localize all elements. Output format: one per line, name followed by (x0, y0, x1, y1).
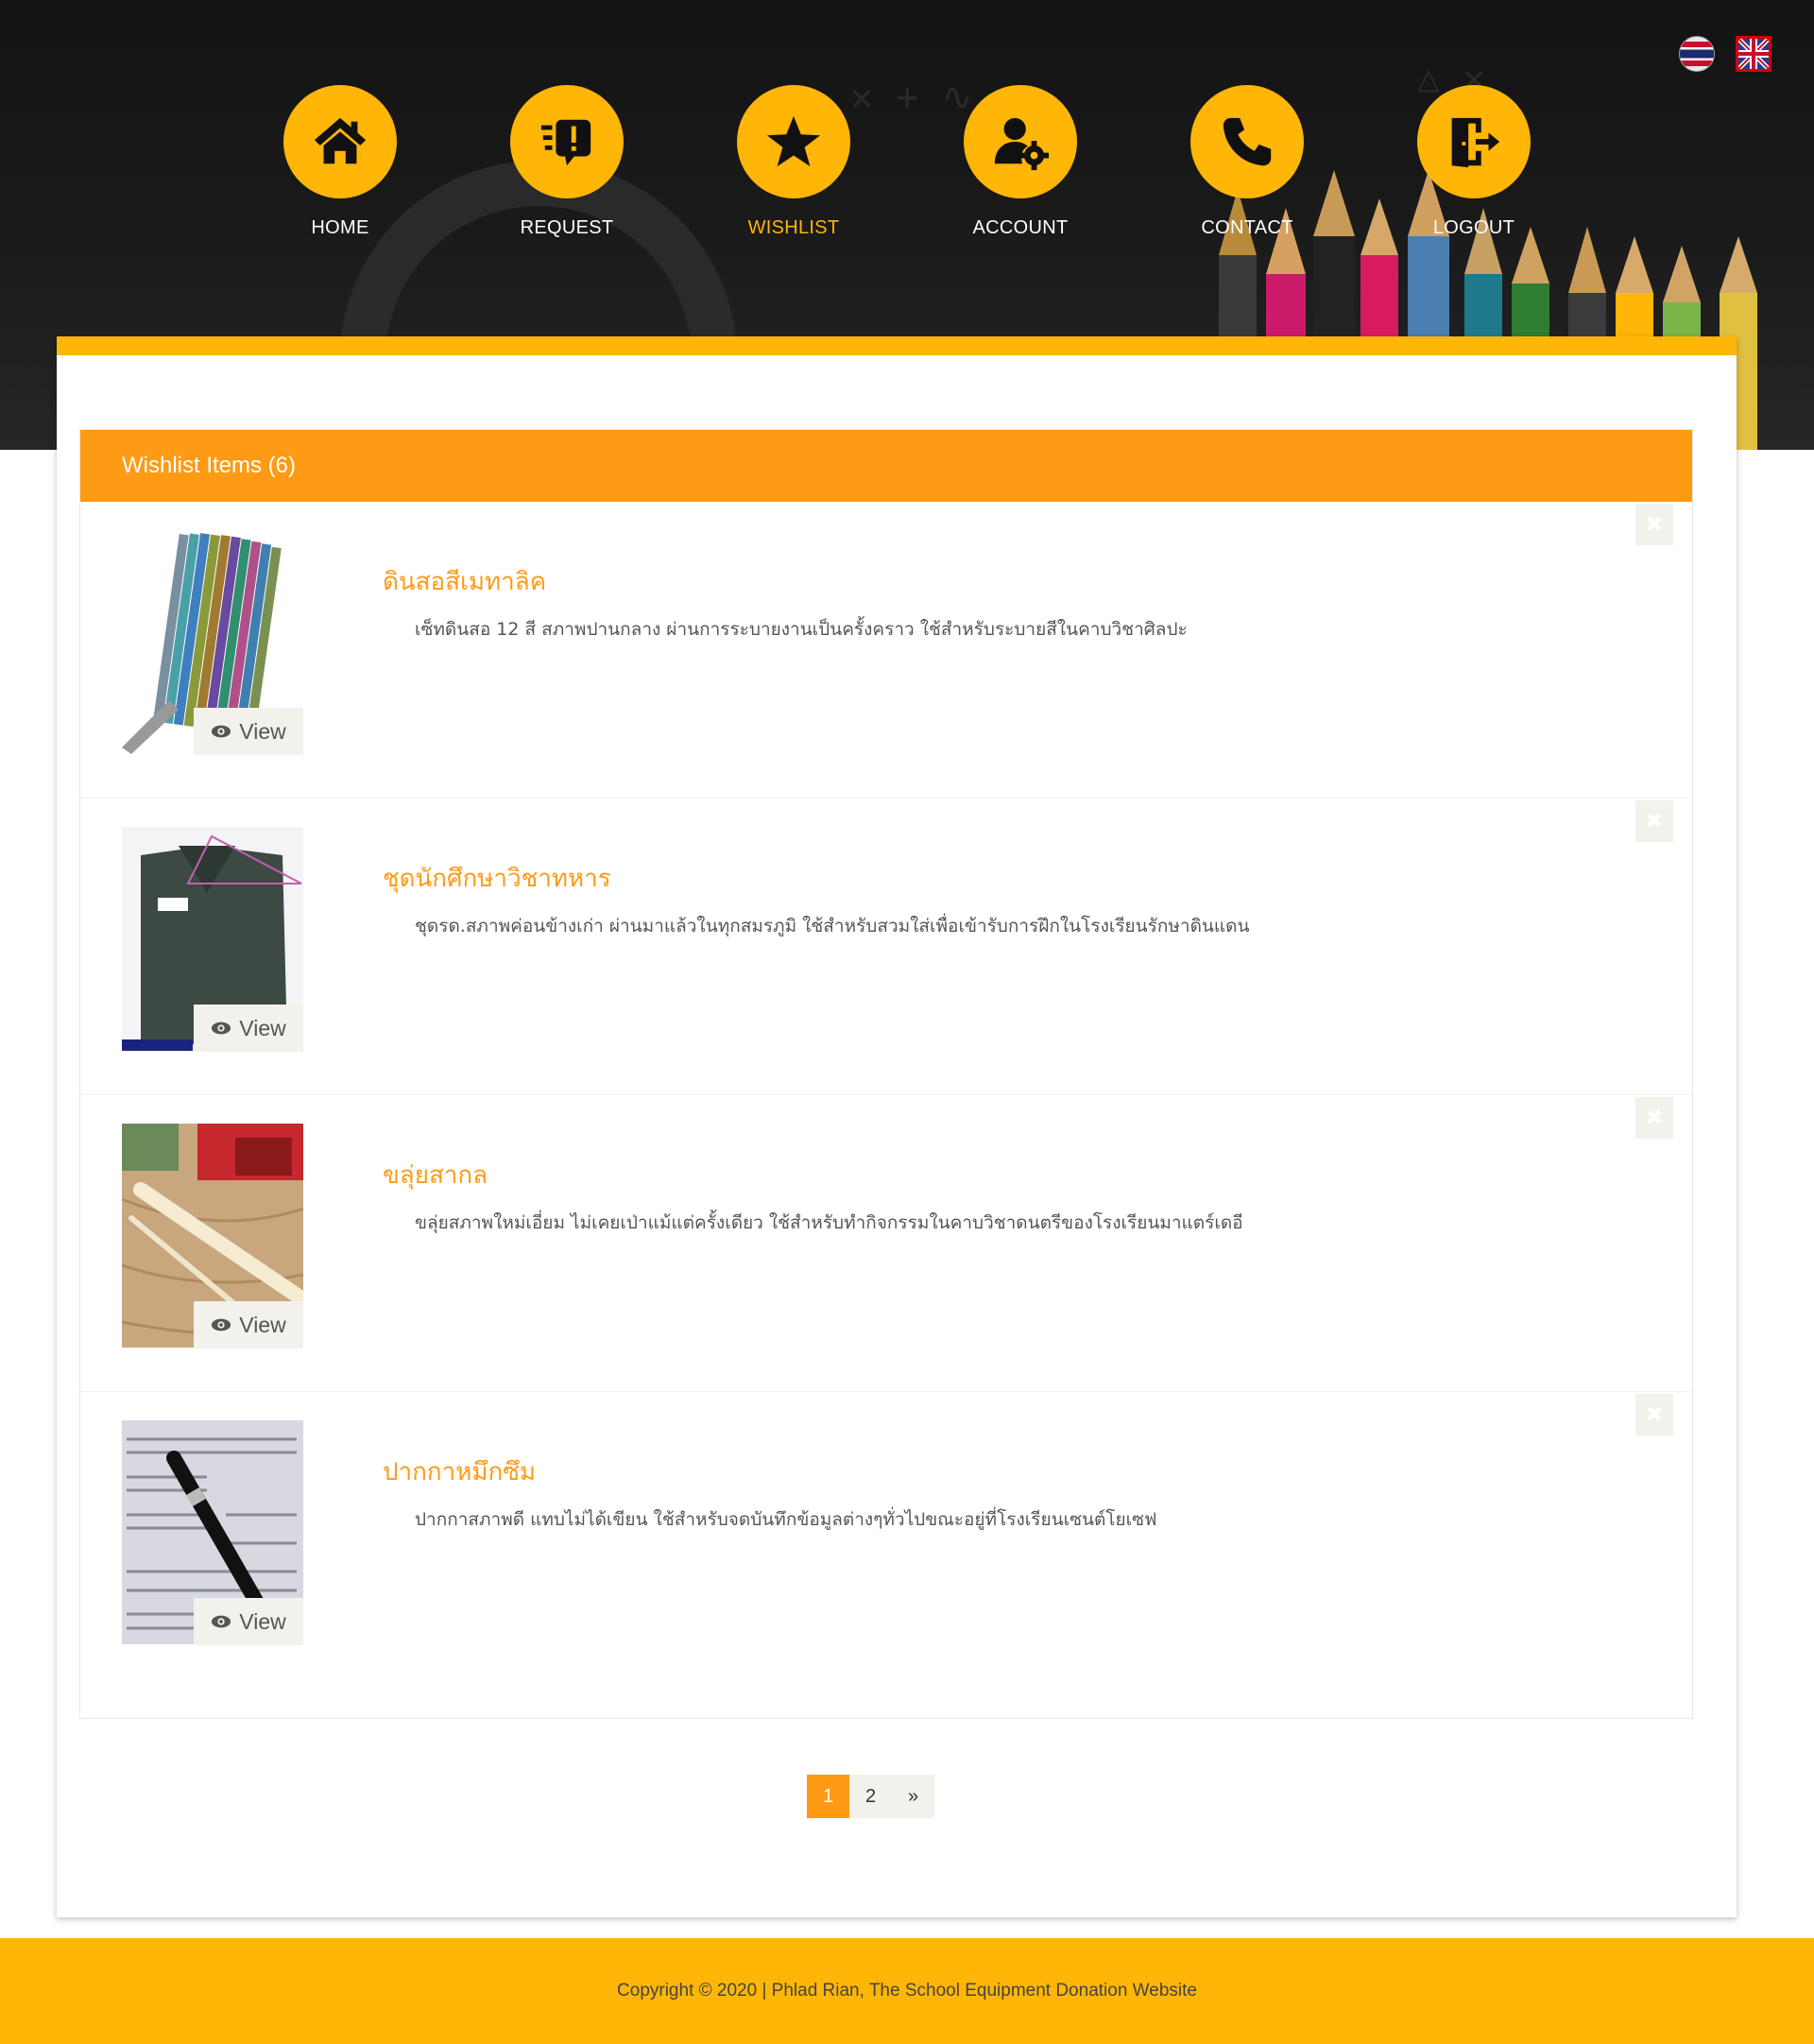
item-description: ชุดรด.สภาพค่อนข้างเก่า ผ่านมาแล้วในทุกสม… (415, 916, 1250, 936)
view-button[interactable]: View (194, 1005, 303, 1052)
home-icon (314, 117, 367, 164)
item-title[interactable]: ปากกาหมึกซึม (383, 1452, 536, 1491)
star-icon (766, 115, 821, 167)
item-title[interactable]: ดินสอสีเมทาลิค (383, 562, 546, 601)
view-button[interactable]: View (194, 708, 303, 755)
wishlist-panel: Wishlist Items (6) View ดินสอสีเมทาลิค เ… (79, 429, 1693, 1719)
nav-logout[interactable]: LOGOUT (1394, 85, 1554, 239)
eye-icon (212, 725, 231, 738)
view-label: View (239, 1608, 286, 1634)
wishlist-heading: Wishlist Items (6) (80, 430, 1692, 502)
eye-icon (212, 1318, 231, 1331)
footer: Copyright © 2020 | Phlad Rian, The Schoo… (0, 1938, 1814, 2044)
item-title[interactable]: ชุดนักศึกษาวิชาทหาร (383, 859, 611, 898)
item-description: ปากกาสภาพดี แทบไม่ได้เขียน ใช้สำหรับจดบั… (415, 1509, 1157, 1530)
account-settings-icon (994, 117, 1050, 171)
item-description: เซ็ทดินสอ 12 สี สภาพปานกลาง ผ่านการระบาย… (415, 619, 1188, 640)
wishlist-item: View ปากกาหมึกซึม ปากกาสภาพดี แทบไม่ได้เ… (80, 1392, 1692, 1689)
page-link-1[interactable]: 1 (807, 1775, 849, 1818)
main-navigation: HOME REQUEST WISHLIST ACCOUNT CONTACT LO… (0, 85, 1814, 246)
thai-flag-icon[interactable] (1679, 36, 1715, 72)
item-description: ขลุ่ยสภาพใหม่เอี่ยม ไม่เคยเป่าแม้แต่ครั้… (415, 1212, 1243, 1233)
nav-label: WISHLIST (747, 217, 840, 238)
close-icon: ✖ (1645, 1106, 1664, 1129)
item-title[interactable]: ขลุ่ยสากล (383, 1156, 488, 1194)
remove-button[interactable]: ✖ (1635, 1097, 1673, 1139)
nav-label: HOME (311, 217, 369, 238)
view-button[interactable]: View (194, 1598, 303, 1645)
wishlist-item: View ดินสอสีเมทาลิค เซ็ทดินสอ 12 สี สภาพ… (80, 502, 1692, 799)
view-label: View (239, 1015, 286, 1040)
remove-button[interactable]: ✖ (1635, 800, 1673, 842)
view-button[interactable]: View (194, 1301, 303, 1348)
nav-request[interactable]: REQUEST (487, 85, 647, 239)
remove-button[interactable]: ✖ (1635, 1394, 1673, 1435)
wishlist-item: View ขลุ่ยสากล ขลุ่ยสภาพใหม่เอี่ยม ไม่เค… (80, 1095, 1692, 1392)
copyright-text: Copyright © 2020 | Phlad Rian, The Schoo… (617, 1981, 1197, 2001)
nav-home[interactable]: HOME (260, 85, 420, 239)
remove-button[interactable]: ✖ (1635, 504, 1673, 545)
view-label: View (239, 718, 286, 744)
phone-icon (1223, 117, 1272, 166)
nav-wishlist[interactable]: WISHLIST (713, 85, 874, 239)
nav-label: REQUEST (520, 217, 614, 238)
content-box: Wishlist Items (6) View ดินสอสีเมทาลิค เ… (57, 336, 1737, 1917)
pagination: 1 2 » (807, 1775, 934, 1818)
nav-label: CONTACT (1201, 217, 1293, 238)
request-icon (540, 119, 591, 166)
eye-icon (212, 1022, 231, 1035)
page-next[interactable]: » (892, 1775, 934, 1818)
close-icon: ✖ (1645, 809, 1664, 833)
nav-label: ACCOUNT (972, 217, 1069, 238)
nav-label: LOGOUT (1432, 217, 1515, 238)
eye-icon (212, 1615, 231, 1628)
close-icon: ✖ (1645, 1402, 1664, 1426)
logout-icon (1451, 117, 1500, 168)
nav-contact[interactable]: CONTACT (1167, 85, 1327, 239)
close-icon: ✖ (1645, 512, 1664, 536)
nav-account[interactable]: ACCOUNT (940, 85, 1101, 239)
page-link-2[interactable]: 2 (849, 1775, 892, 1818)
view-label: View (239, 1312, 286, 1337)
uk-flag-icon[interactable] (1736, 36, 1771, 72)
wishlist-item: View ชุดนักศึกษาวิชาทหาร ชุดรด.สภาพค่อนข… (80, 799, 1692, 1095)
